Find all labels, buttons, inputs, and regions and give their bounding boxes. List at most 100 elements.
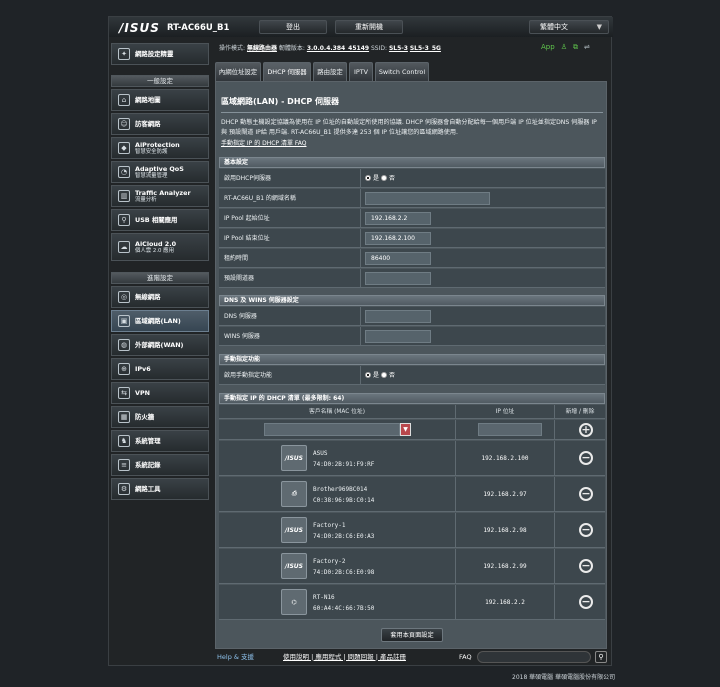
tab-iptv[interactable]: IPTV	[349, 62, 373, 81]
faq-link[interactable]: 手動指定 IP 的 DHCP 清單 FAQ	[221, 138, 307, 147]
delete-button[interactable]: −	[579, 451, 593, 465]
lease-label: 租約時間	[224, 255, 249, 262]
sidebar-item-sublabel: 智慧流量管理	[135, 172, 168, 179]
radio-yes[interactable]	[365, 372, 371, 378]
lease-row: 租約時間 86400	[219, 249, 605, 268]
radio-yes-label: 是	[373, 175, 380, 182]
manual-enable-row: 啟用手動指定功能 是 否	[219, 366, 605, 385]
sidebar-item-aicloud[interactable]: ☁ AiCloud 2.0 個人雲 2.0 應用	[111, 233, 209, 261]
tab-route[interactable]: 路由設定	[313, 62, 347, 81]
table-row: ⎙ Brother969BC014 C0:38:96:9B:C0:14 192.1…	[219, 477, 605, 512]
qos-icon: ◔	[118, 166, 130, 178]
delete-button[interactable]: −	[579, 559, 593, 573]
ip-start-input[interactable]: 192.168.2.2	[365, 212, 431, 225]
wins-input[interactable]	[365, 330, 431, 343]
radio-no[interactable]	[380, 372, 387, 378]
gear-icon: ⚙	[118, 483, 130, 495]
reboot-button[interactable]: 重新開機	[335, 20, 403, 34]
delete-button[interactable]: −	[579, 523, 593, 537]
ip-entry-input[interactable]	[478, 423, 542, 436]
operation-mode-link[interactable]: 無線路由器	[247, 45, 277, 52]
radio-no[interactable]	[380, 175, 387, 181]
ip-end-input[interactable]: 192.168.2.100	[365, 232, 431, 245]
sidebar-item-administration[interactable]: ♞ 系統管理	[111, 430, 209, 452]
tab-dhcp-server[interactable]: DHCP 伺服器	[263, 62, 311, 81]
sidebar-item-guest-network[interactable]: ☺ 訪客網路	[111, 113, 209, 135]
admin-icon: ♞	[118, 435, 130, 447]
radio-no-label: 否	[388, 372, 395, 379]
tab-lan-ip[interactable]: 內網位址設定	[215, 62, 261, 81]
sidebar-item-wireless[interactable]: ◎ 無線網路	[111, 286, 209, 308]
sidebar-item-label: VPN	[135, 388, 150, 397]
faq-label: FAQ	[459, 653, 472, 661]
client-select[interactable]	[264, 423, 400, 436]
client-name: RT-N16	[313, 594, 335, 601]
network-map-icon: ⌂	[118, 94, 130, 106]
gateway-row: 預設閘道器	[219, 269, 605, 288]
domain-input[interactable]	[365, 192, 490, 205]
app-link[interactable]: App	[541, 43, 555, 51]
apply-button[interactable]: 套用本頁面設定	[381, 628, 443, 642]
client-name: ASUS	[313, 450, 328, 457]
ssid-5g-link[interactable]: SL5-3_5G	[410, 45, 441, 52]
model-name: RT-AC66U_B1	[167, 23, 230, 33]
sidebar-item-lan[interactable]: ▣ 區域網路(LAN)	[111, 310, 209, 332]
sidebar-item-wan[interactable]: ◍ 外部網路(WAN)	[111, 334, 209, 356]
language-select[interactable]: 繁體中文 ▼	[529, 20, 609, 34]
client-mac: 74:D0:2B:C6:E0:98	[313, 569, 375, 576]
dropdown-arrow-icon[interactable]: ▼	[400, 423, 411, 436]
dns-input[interactable]	[365, 310, 431, 323]
ipv6-icon: ⊕	[118, 363, 130, 375]
add-button[interactable]: +	[579, 423, 593, 437]
page-title: 區域網路(LAN) - DHCP 伺服器	[221, 97, 340, 106]
client-name-mac: RT-N16 60:A4:4C:66:7B:50	[313, 592, 374, 614]
sidebar-item-ipv6[interactable]: ⊕ IPv6	[111, 358, 209, 380]
list-column-headers: 客戶名稱 (MAC 位址) IP 位址 新增 / 刪除	[219, 405, 605, 419]
tab-switch-control[interactable]: Switch Control	[375, 62, 429, 81]
client-mac: 74:D0:2B:91:F9:RF	[313, 461, 375, 468]
sidebar-item-aiprotection[interactable]: ◆ AiProtection 智慧安全防護	[111, 137, 209, 159]
sidebar-item-system-log[interactable]: ≡ 系統記錄	[111, 454, 209, 476]
sidebar-item-sublabel: 流量分析	[135, 196, 157, 203]
sidebar-item-network-map[interactable]: ⌂ 網路地圖	[111, 89, 209, 111]
sidebar-item-vpn[interactable]: ⇆ VPN	[111, 382, 209, 404]
usb-icon[interactable]: ⇌	[584, 43, 590, 51]
lease-input[interactable]: 86400	[365, 252, 431, 265]
domain-label: RT-AC66U_B1 的網域名稱	[224, 195, 296, 202]
client-ip: 192.168.2.100	[455, 441, 555, 476]
client-name: Brother969BC014	[313, 486, 368, 493]
ssid-link[interactable]: SL5-3	[389, 45, 408, 52]
user-icon[interactable]: ♙	[561, 43, 567, 51]
sidebar-item-label: IPv6	[135, 364, 151, 373]
firmware-link[interactable]: 3.0.0.4.384_45149	[307, 45, 369, 52]
radio-yes[interactable]	[365, 175, 371, 181]
delete-button[interactable]: −	[579, 487, 593, 501]
col-ip: IP 位址	[455, 405, 555, 419]
help-support-link[interactable]: Help & 支援	[217, 649, 254, 665]
client-ip: 192.168.2.97	[455, 477, 555, 512]
sidebar-item-firewall[interactable]: ▦ 防火牆	[111, 406, 209, 428]
wins-row: WINS 伺服器	[219, 327, 605, 346]
search-icon[interactable]: ⚲	[595, 651, 607, 663]
client-name-mac: Factory-2 74:D0:2B:C6:E0:98	[313, 556, 374, 578]
footer-links[interactable]: 使用說明 | 應用程式 | 問題回報 | 產品註冊	[283, 649, 406, 665]
globe-icon: ◍	[118, 339, 130, 351]
table-row: /ISUS Factory-1 74:D0:2B:C6:E0:A3 192.168…	[219, 513, 605, 548]
delete-button[interactable]: −	[579, 595, 593, 609]
sidebar-item-usb[interactable]: ⚲ USB 相關應用	[111, 209, 209, 231]
domain-row: RT-AC66U_B1 的網域名稱	[219, 189, 605, 208]
footer: Help & 支援 使用說明 | 應用程式 | 問題回報 | 產品註冊 FAQ …	[215, 649, 607, 665]
sidebar-item-adaptive-qos[interactable]: ◔ Adaptive QoS 智慧流量管理	[111, 161, 209, 183]
faq-search-input[interactable]	[477, 651, 591, 663]
sidebar-item-label: Adaptive QoS	[135, 164, 184, 173]
sidebar-item-network-tools[interactable]: ⚙ 網路工具	[111, 478, 209, 500]
copy-icon[interactable]: ⧉	[573, 43, 578, 51]
enable-dhcp-radio[interactable]: 是 否	[365, 169, 395, 188]
logout-button[interactable]: 登出	[259, 20, 327, 34]
manual-enable-radio[interactable]: 是 否	[365, 366, 395, 385]
dhcp-list-header: 手動指定 IP 的 DHCP 清單 (最多限制: 64)	[219, 393, 605, 404]
sidebar-item-traffic-analyzer[interactable]: ▥ Traffic Analyzer 流量分析	[111, 185, 209, 207]
sidebar-item-label: 系統管理	[135, 436, 161, 445]
gateway-input[interactable]	[365, 272, 431, 285]
sidebar-item-quick-setup[interactable]: ✦ 網路設定精靈	[111, 43, 209, 65]
